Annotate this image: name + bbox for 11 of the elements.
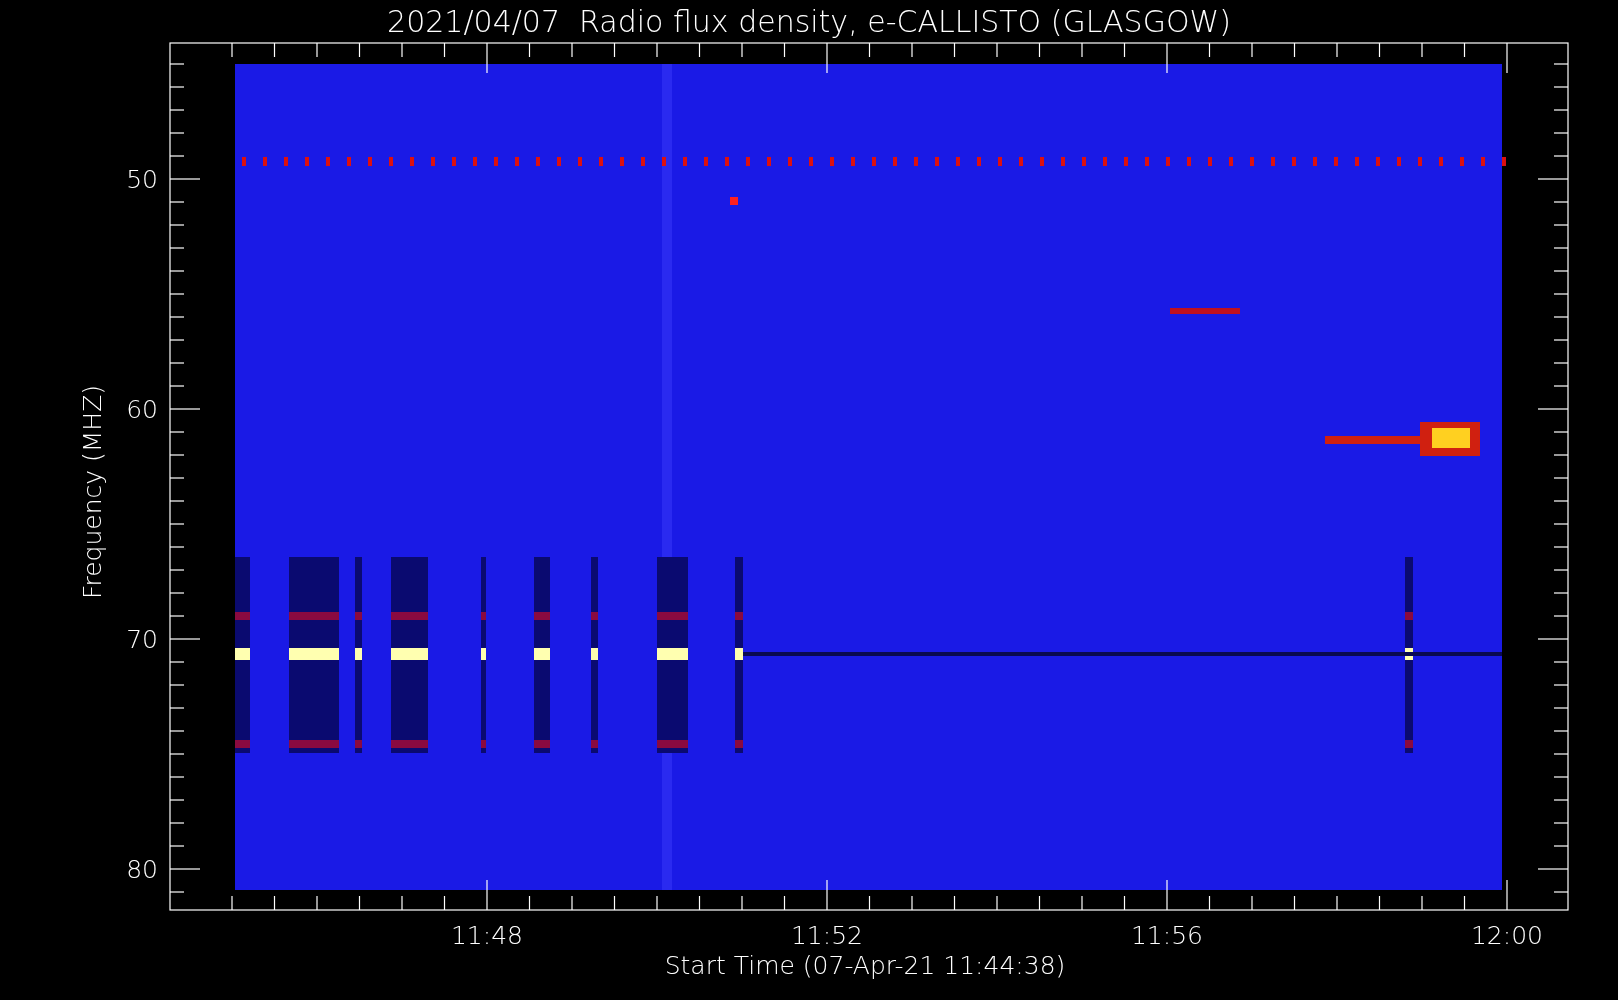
chart-title: 2021/04/07 Radio flux density, e-CALLISTO (GLASGOW) bbox=[387, 4, 1231, 39]
y-tick-label: 60 bbox=[126, 395, 158, 424]
x-tick-label: 11:56 bbox=[1131, 921, 1203, 950]
y-tick-label: 80 bbox=[126, 855, 158, 884]
y-axis-label: Frequency (MHZ) bbox=[78, 384, 107, 600]
x-tick-label: 11:48 bbox=[451, 921, 523, 950]
x-tick-label: 11:52 bbox=[791, 921, 863, 950]
y-tick-label: 50 bbox=[126, 165, 158, 194]
x-axis-label: Start Time (07-Apr-21 11:44:38) bbox=[664, 951, 1066, 980]
x-tick-label: 12:00 bbox=[1471, 921, 1543, 950]
y-tick-label: 70 bbox=[126, 625, 158, 654]
